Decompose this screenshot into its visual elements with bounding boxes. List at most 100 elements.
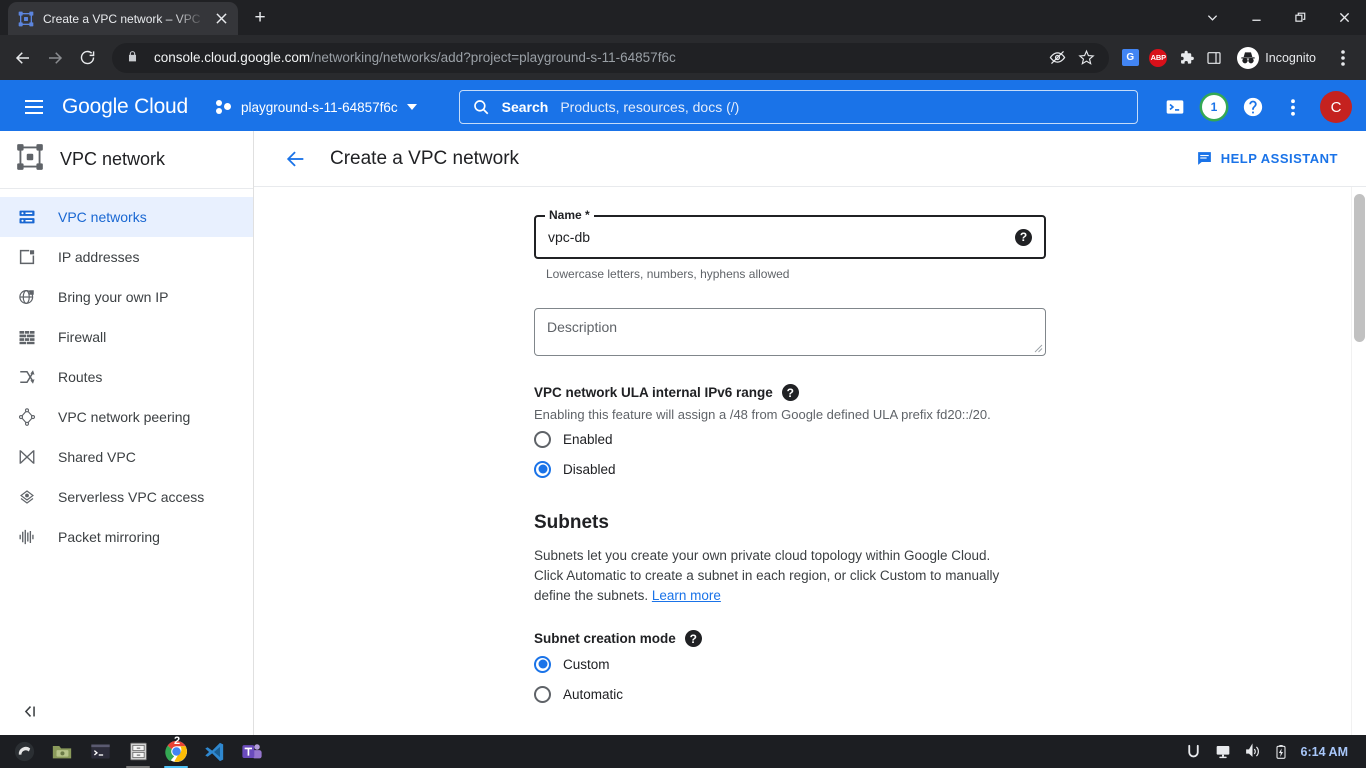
- maximize-button[interactable]: [1278, 0, 1322, 35]
- google-cloud-logo[interactable]: Google Cloud: [62, 95, 188, 119]
- avatar[interactable]: C: [1320, 91, 1352, 123]
- radio-label: Automatic: [563, 686, 624, 702]
- vpc-network-icon: [16, 143, 44, 176]
- scrollbar-thumb[interactable]: [1354, 194, 1365, 342]
- sidebar-title: VPC network: [60, 149, 166, 169]
- help-icon[interactable]: ?: [684, 630, 702, 647]
- name-field-help-icon[interactable]: ?: [1015, 228, 1032, 246]
- vpc-network-icon: [18, 11, 34, 27]
- sidebar-item-routes[interactable]: Routes: [0, 357, 253, 397]
- packet-mirroring-icon: [16, 526, 38, 548]
- translate-extension-icon[interactable]: G: [1117, 45, 1143, 71]
- extensions-puzzle-icon[interactable]: [1173, 45, 1199, 71]
- search-input[interactable]: Search Products, resources, docs (/): [458, 90, 1138, 124]
- name-field[interactable]: Name * vpc-db ?: [534, 208, 1046, 259]
- microsoft-teams-icon: [242, 743, 262, 758]
- tab-search-chevron-down-icon[interactable]: [1190, 0, 1234, 35]
- sidebar-header: VPC network: [0, 131, 253, 189]
- sidebar-item-ip-addresses[interactable]: IP addresses: [0, 237, 253, 277]
- ula-option-disabled[interactable]: Disabled: [534, 456, 1366, 482]
- subnet-mode-option-automatic[interactable]: Automatic: [534, 681, 1366, 707]
- subnet-mode-label-text: Subnet creation mode: [534, 631, 676, 646]
- sidebar-item-vpc-networks[interactable]: VPC networks: [0, 197, 253, 237]
- taskbar-app-file-cabinet[interactable]: [120, 737, 156, 768]
- sidebar-item-serverless-vpc-access[interactable]: Serverless VPC access: [0, 477, 253, 517]
- sidebar-item-label: Shared VPC: [58, 449, 136, 465]
- eye-slash-icon[interactable]: [1044, 45, 1070, 71]
- close-icon[interactable]: [212, 10, 230, 28]
- cloud-shell-icon[interactable]: [1162, 94, 1188, 120]
- browser-toolbar: console.cloud.google.com/networking/netw…: [0, 35, 1366, 80]
- radio-button[interactable]: [534, 430, 551, 448]
- side-panel-icon[interactable]: [1201, 45, 1227, 71]
- url-text: console.cloud.google.com/networking/netw…: [154, 50, 676, 65]
- file-cabinet-icon: [129, 742, 147, 761]
- sidebar-item-vpc-network-peering[interactable]: VPC network peering: [0, 397, 253, 437]
- radio-label: Enabled: [563, 431, 613, 447]
- name-field-label: Name *: [545, 208, 594, 222]
- content-scrollbar[interactable]: [1351, 187, 1366, 735]
- battery-charging-icon[interactable]: [1274, 744, 1288, 760]
- close-window-button[interactable]: [1322, 0, 1366, 35]
- radio-button-selected[interactable]: [534, 460, 551, 478]
- sidebar-item-firewall[interactable]: Firewall: [0, 317, 253, 357]
- help-icon[interactable]: [1240, 94, 1266, 120]
- display-icon[interactable]: [1215, 744, 1231, 760]
- radio-button[interactable]: [534, 685, 551, 703]
- incognito-indicator[interactable]: Incognito: [1233, 44, 1326, 72]
- sidebar-item-shared-vpc[interactable]: Shared VPC: [0, 437, 253, 477]
- ula-option-enabled[interactable]: Enabled: [534, 426, 1366, 452]
- sidebar-item-packet-mirroring[interactable]: Packet mirroring: [0, 517, 253, 557]
- sidebar-item-bring-your-own-ip[interactable]: Bring your own IP: [0, 277, 253, 317]
- taskbar-app-vs-code[interactable]: [196, 737, 232, 767]
- translate-glyph: G: [1121, 49, 1139, 66]
- serverless-access-icon: [16, 486, 38, 508]
- taskbar-app-microsoft-teams[interactable]: [234, 737, 270, 767]
- ula-description: Enabling this feature will assign a /48 …: [534, 407, 991, 422]
- notifications-badge[interactable]: 1: [1202, 95, 1226, 119]
- minimize-button[interactable]: [1234, 0, 1278, 35]
- routes-icon: [16, 366, 38, 388]
- help-assistant-button[interactable]: HELP ASSISTANT: [1188, 144, 1346, 173]
- star-icon[interactable]: [1073, 45, 1099, 71]
- subnet-mode-option-custom[interactable]: Custom: [534, 651, 1366, 677]
- help-icon[interactable]: ?: [781, 384, 799, 401]
- reload-icon[interactable]: [72, 43, 102, 73]
- header-three-dot-menu-icon[interactable]: [1280, 94, 1306, 120]
- taskbar-app-app-launcher[interactable]: [6, 737, 42, 767]
- forward-arrow-icon[interactable]: [40, 43, 70, 73]
- clock[interactable]: 6:14 AM: [1301, 745, 1348, 759]
- incognito-label: Incognito: [1265, 50, 1316, 65]
- chat-assistant-icon: [1197, 152, 1211, 165]
- radio-button-selected[interactable]: [534, 655, 551, 673]
- name-field-hint: Lowercase letters, numbers, hyphens allo…: [546, 267, 790, 281]
- sidebar-collapse-button[interactable]: [0, 687, 253, 735]
- header-actions: 1 C: [1162, 91, 1352, 123]
- terminal-icon: [90, 744, 110, 759]
- resize-handle[interactable]: [1033, 343, 1043, 353]
- browser-tab[interactable]: Create a VPC network – VPC n: [8, 2, 238, 35]
- project-selector[interactable]: playground-s-11-64857f6c: [210, 91, 423, 123]
- name-input-box[interactable]: Name * vpc-db ?: [534, 208, 1046, 259]
- back-arrow-icon[interactable]: [278, 141, 314, 177]
- adblock-extension-icon[interactable]: ABP: [1145, 45, 1171, 71]
- hamburger-menu-icon[interactable]: [14, 87, 54, 127]
- sidebar-item-label: Routes: [58, 369, 103, 385]
- browser-menu-three-dot-icon[interactable]: [1328, 43, 1358, 73]
- address-bar[interactable]: console.cloud.google.com/networking/netw…: [112, 42, 1110, 73]
- url-host: console.cloud.google.com: [154, 50, 311, 65]
- taskbar-app-terminal[interactable]: [82, 737, 118, 767]
- page-header: Create a VPC network HELP ASSISTANT: [254, 131, 1366, 187]
- sidebar-item-label: Bring your own IP: [58, 289, 169, 305]
- sidebar-menu: VPC networks IP addresses Bring your own…: [0, 189, 253, 687]
- ubuntu-icon[interactable]: [1185, 743, 1202, 760]
- back-arrow-icon[interactable]: [8, 43, 38, 73]
- globe-icon: [16, 286, 38, 308]
- taskbar-app-google-chrome[interactable]: 2: [158, 735, 194, 768]
- volume-icon[interactable]: [1244, 743, 1261, 760]
- description-textarea[interactable]: Description: [534, 308, 1046, 356]
- lock-icon: [126, 50, 142, 66]
- learn-more-link[interactable]: Learn more: [652, 588, 721, 603]
- new-tab-button[interactable]: +: [246, 4, 274, 32]
- taskbar-app-files-manager[interactable]: [44, 737, 80, 767]
